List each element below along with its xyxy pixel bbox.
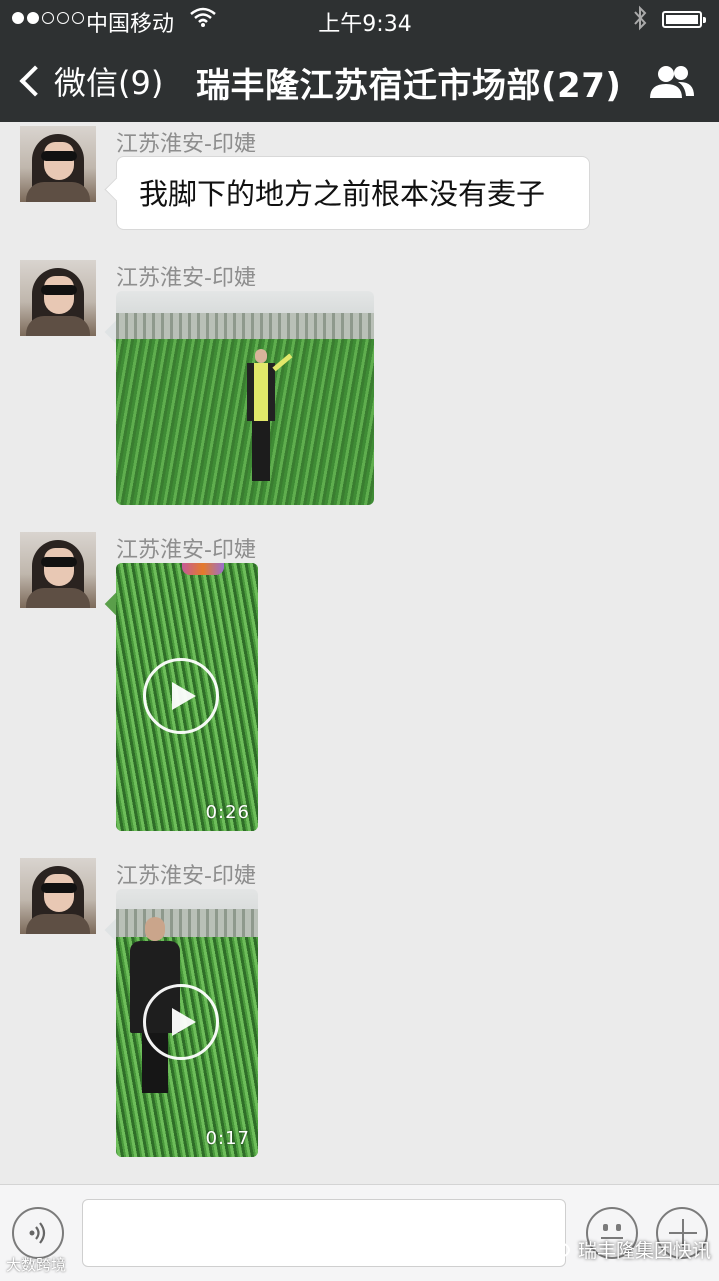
top-bar: 中国移动 上午9:34 微信(9) 瑞丰隆江苏宿迁市场部(27) (0, 0, 719, 122)
group-members-icon[interactable] (648, 64, 696, 100)
avatar[interactable] (20, 532, 96, 608)
person-figure (246, 349, 293, 489)
video-message[interactable]: 0:26 (116, 563, 258, 831)
avatar[interactable] (20, 126, 96, 202)
chat-title: 瑞丰隆江苏宿迁市场部(27) (196, 66, 622, 106)
message-bubble[interactable]: 我脚下的地方之前根本没有麦子 (116, 156, 590, 230)
chat-message: 江苏淮安-印婕 0:17 (0, 858, 719, 1162)
chat-input-bar (0, 1184, 719, 1281)
voice-input-button[interactable] (12, 1207, 64, 1259)
video-duration: 0:26 (205, 802, 250, 823)
video-message[interactable]: 0:17 (116, 889, 258, 1157)
sender-name: 江苏淮安-印婕 (116, 864, 256, 889)
sender-name: 江苏淮安-印婕 (116, 266, 256, 291)
chat-message: 江苏淮安-印婕 (0, 260, 719, 510)
play-icon[interactable] (143, 984, 219, 1060)
avatar[interactable] (20, 858, 96, 934)
avatar[interactable] (20, 260, 96, 336)
bluetooth-icon (632, 5, 648, 37)
status-time: 上午9:34 (318, 12, 412, 37)
chevron-left-icon (19, 65, 51, 97)
watermark-right-text: 瑞丰隆集团快讯 (578, 1240, 712, 1262)
chat-message: 江苏淮安-印婕 我脚下的地方之前根本没有麦子 (0, 126, 719, 236)
message-input[interactable] (82, 1199, 566, 1267)
back-button[interactable]: 微信(9) (18, 58, 163, 104)
wifi-icon (190, 6, 216, 34)
carrier-name: 中国移动 (86, 12, 175, 37)
watermark-right: 瑞丰隆集团快讯 (548, 1236, 711, 1263)
sender-name: 江苏淮安-印婕 (116, 538, 256, 563)
sender-name: 江苏淮安-印婕 (116, 132, 256, 157)
watermark-left: 大数跨境 (6, 1256, 67, 1274)
back-label: 微信(9) (54, 64, 164, 102)
signal-strength-icon (12, 12, 84, 24)
battery-icon (662, 11, 706, 28)
image-message[interactable] (116, 291, 374, 505)
nav-bar: 微信(9) 瑞丰隆江苏宿迁市场部(27) (0, 44, 719, 118)
play-icon[interactable] (143, 658, 219, 734)
wechat-logo-icon (548, 1241, 570, 1258)
status-bar: 中国移动 上午9:34 (0, 0, 719, 40)
voice-icon (29, 1222, 46, 1244)
video-duration: 0:17 (205, 1128, 250, 1149)
chat-message: 江苏淮安-印婕 0:26 (0, 532, 719, 836)
